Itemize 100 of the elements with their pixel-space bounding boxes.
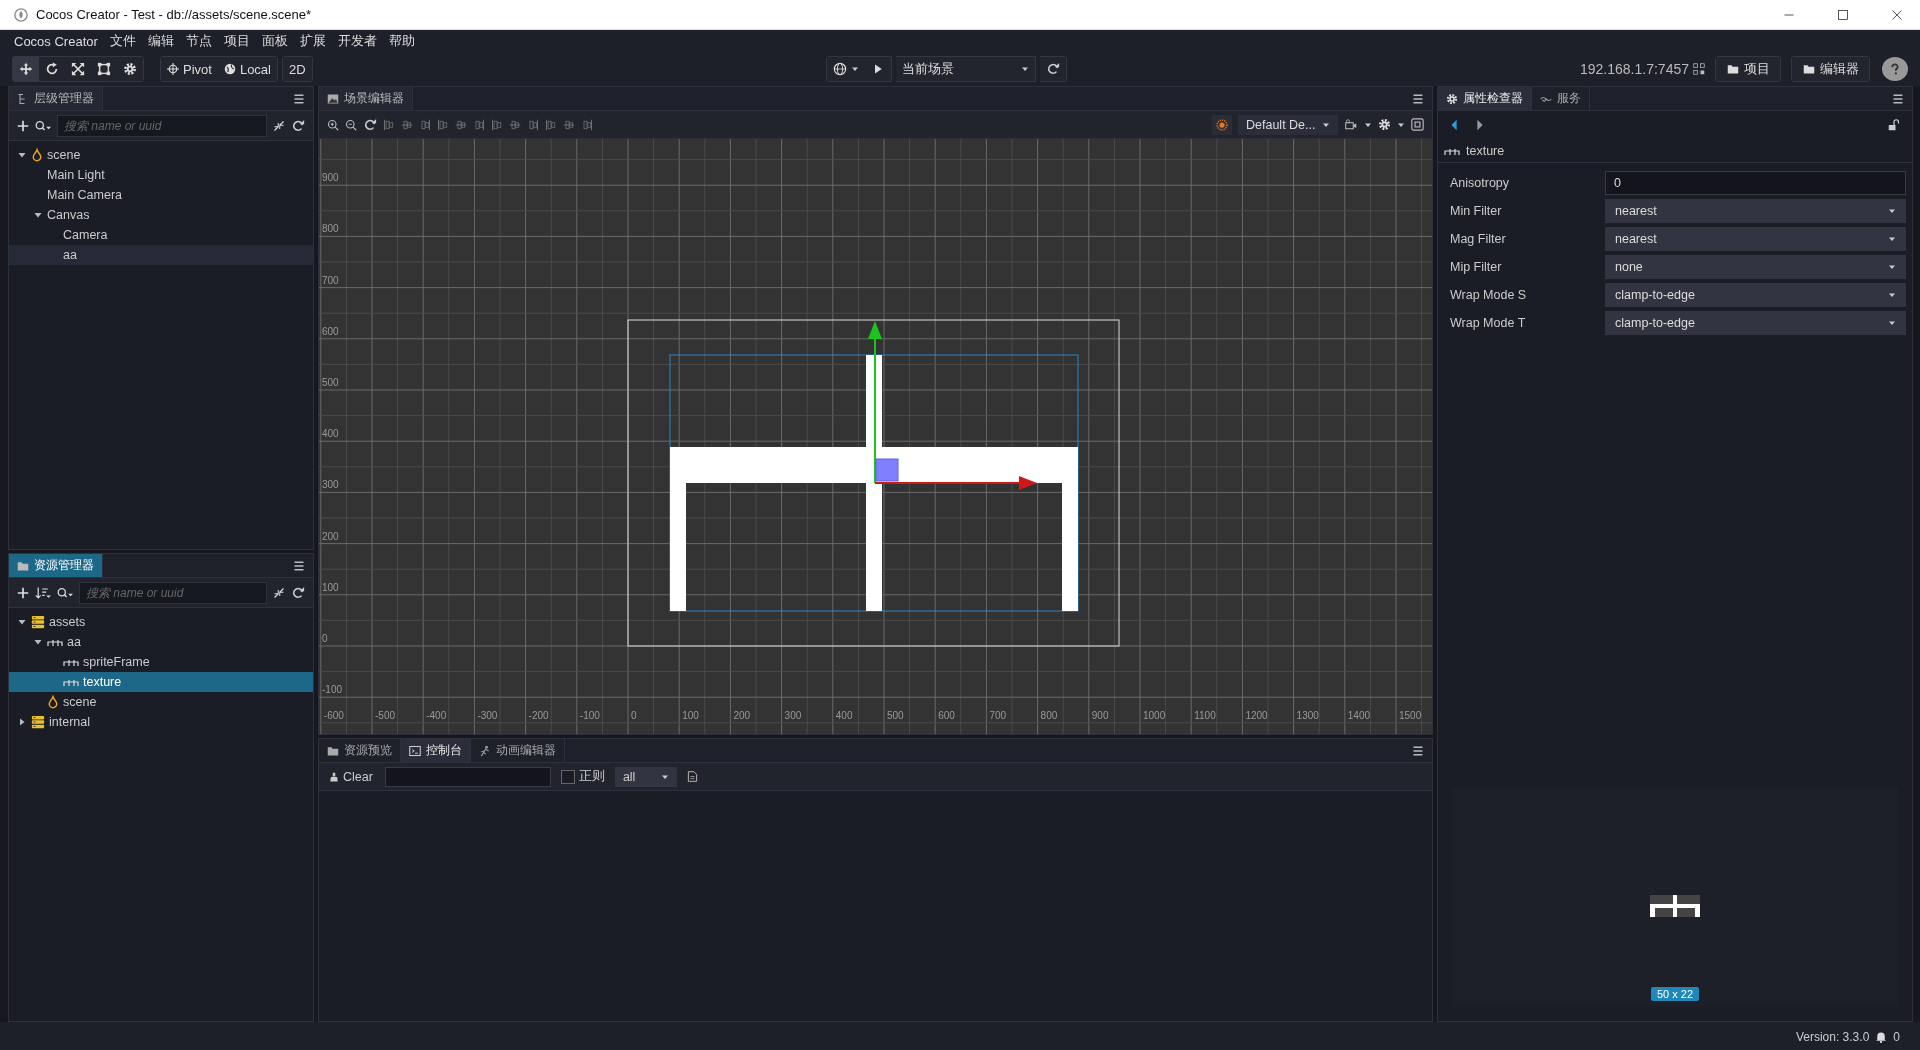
tree-item[interactable]: Main Light <box>9 165 313 185</box>
menu-item[interactable]: 面板 <box>261 32 288 50</box>
panel-tab[interactable]: 场景编辑器 <box>319 87 413 110</box>
search-field[interactable]: 搜索 name or uuid <box>57 114 267 137</box>
filter-field[interactable] <box>384 766 551 787</box>
tree-item[interactable]: Main Camera <box>9 185 313 205</box>
collapse-icon[interactable] <box>273 586 285 599</box>
regex-checkbox[interactable] <box>560 769 575 784</box>
align-icon[interactable] <box>455 118 467 131</box>
expand-caret-icon[interactable] <box>34 211 42 219</box>
unlocked-icon[interactable] <box>1888 119 1900 131</box>
property-select[interactable]: none <box>1605 255 1906 279</box>
expand-caret-icon[interactable] <box>18 718 26 726</box>
collapse-icon[interactable] <box>273 119 285 132</box>
expand-caret-icon[interactable] <box>18 618 26 626</box>
align-icon[interactable] <box>509 118 521 131</box>
mode-2d-button[interactable]: 2D <box>283 57 312 81</box>
menu-icon[interactable] <box>1892 92 1904 105</box>
refresh-icon[interactable] <box>1045 62 1060 76</box>
add-icon[interactable] <box>17 586 29 599</box>
menu-item[interactable]: 节点 <box>185 32 212 50</box>
caret-icon[interactable] <box>1888 263 1896 271</box>
zoom-out-icon[interactable] <box>345 118 357 131</box>
menu-item[interactable]: 编辑 <box>147 32 174 50</box>
refresh-icon[interactable] <box>363 117 377 132</box>
search-icon[interactable] <box>35 118 51 133</box>
back-icon[interactable] <box>1450 119 1458 131</box>
scene-select[interactable]: 当前场景 <box>895 56 1036 82</box>
qr-code-icon[interactable] <box>1693 63 1705 75</box>
move-icon[interactable] <box>19 62 33 76</box>
panel-tab[interactable]: 层级管理器 <box>9 87 103 110</box>
sort-icon[interactable] <box>35 585 51 600</box>
align-icon[interactable] <box>545 118 557 131</box>
move-gizmo[interactable] <box>868 321 1037 490</box>
scene-viewport[interactable]: 900 800 700 600 500 400 300 200 100 0 -100 -600 -500 -400 -300 -200 -100 0 100 200 300 400 500 600 700 800 900 1000 1100 1200 1300 1400 1500 <box>319 139 1432 734</box>
tree-item[interactable]: spriteFrame <box>9 652 313 672</box>
menu-item[interactable]: 项目 <box>223 32 250 50</box>
menu-item[interactable]: Cocos Creator <box>14 33 98 49</box>
tree-item[interactable]: Camera <box>9 225 313 245</box>
menu-item[interactable]: 扩展 <box>299 32 326 50</box>
number-field[interactable]: 0 <box>1605 171 1906 195</box>
property-select[interactable]: clamp-to-edge <box>1605 283 1906 307</box>
panel-tab[interactable]: 资源管理器 <box>9 554 103 577</box>
align-icon[interactable] <box>491 118 503 131</box>
tree-item[interactable]: assets <box>9 612 313 632</box>
refresh-icon[interactable] <box>291 585 305 600</box>
caret-icon[interactable] <box>1020 65 1029 73</box>
align-icon[interactable] <box>473 118 485 131</box>
menu-icon[interactable] <box>293 559 305 572</box>
tree-item[interactable]: internal <box>9 712 313 732</box>
expand-caret-icon[interactable] <box>34 638 42 646</box>
caret-icon[interactable] <box>1888 291 1896 299</box>
settings-icon[interactable] <box>1378 118 1391 131</box>
clear-button[interactable]: Clear <box>327 769 375 784</box>
menu-item[interactable]: 开发者 <box>337 32 377 50</box>
tree-item[interactable]: scene <box>9 692 313 712</box>
lighting-button[interactable] <box>1212 114 1232 135</box>
menu-icon[interactable] <box>1412 744 1424 757</box>
property-select[interactable]: clamp-to-edge <box>1605 311 1906 335</box>
forward-icon[interactable] <box>1476 119 1484 131</box>
camera-icon[interactable] <box>1344 118 1358 131</box>
tree-item[interactable]: aa <box>9 632 313 652</box>
folder-button[interactable]: 项目 <box>1716 57 1780 81</box>
tool-button[interactable] <box>13 57 39 81</box>
level-select[interactable]: all <box>614 766 677 787</box>
menu-item[interactable]: 文件 <box>109 32 136 50</box>
align-icon[interactable] <box>527 118 539 131</box>
rotate-icon[interactable] <box>45 62 59 76</box>
refresh-icon[interactable] <box>291 118 305 133</box>
property-select[interactable]: nearest <box>1605 199 1906 223</box>
gear-icon[interactable] <box>123 62 137 76</box>
tree-item[interactable]: scene <box>9 145 313 165</box>
align-icon[interactable] <box>437 118 449 131</box>
caret-icon[interactable] <box>850 65 859 73</box>
help-button[interactable] <box>1882 57 1908 81</box>
align-icon[interactable] <box>581 118 593 131</box>
document-icon[interactable] <box>686 770 698 783</box>
rect-tool-icon[interactable] <box>97 62 111 76</box>
tree-item[interactable]: aa <box>9 245 313 265</box>
menu-item[interactable]: 帮助 <box>388 32 415 50</box>
align-icon[interactable] <box>401 118 413 131</box>
caret-icon[interactable] <box>1888 207 1896 215</box>
caret-icon[interactable] <box>1888 319 1896 327</box>
menu-icon[interactable] <box>293 92 305 105</box>
align-icon[interactable] <box>563 118 575 131</box>
property-select[interactable]: nearest <box>1605 227 1906 251</box>
selected-sprite[interactable] <box>669 354 1079 612</box>
caret-icon[interactable] <box>1888 235 1896 243</box>
add-icon[interactable] <box>17 119 29 132</box>
zoom-in-icon[interactable] <box>327 118 339 131</box>
search-field[interactable]: 搜索 name or uuid <box>79 581 267 604</box>
snap-icon[interactable] <box>1411 118 1424 131</box>
expand-caret-icon[interactable] <box>18 151 26 159</box>
menu-icon[interactable] <box>1412 92 1424 105</box>
align-icon[interactable] <box>419 118 431 131</box>
folder-button[interactable]: 编辑器 <box>1792 57 1869 81</box>
gear-icon[interactable] <box>1446 92 1458 105</box>
bell-icon[interactable] <box>1875 1031 1888 1043</box>
camera-select[interactable]: Default De... <box>1238 114 1338 135</box>
panel-tab[interactable]: 属性检查器 <box>1438 87 1532 110</box>
